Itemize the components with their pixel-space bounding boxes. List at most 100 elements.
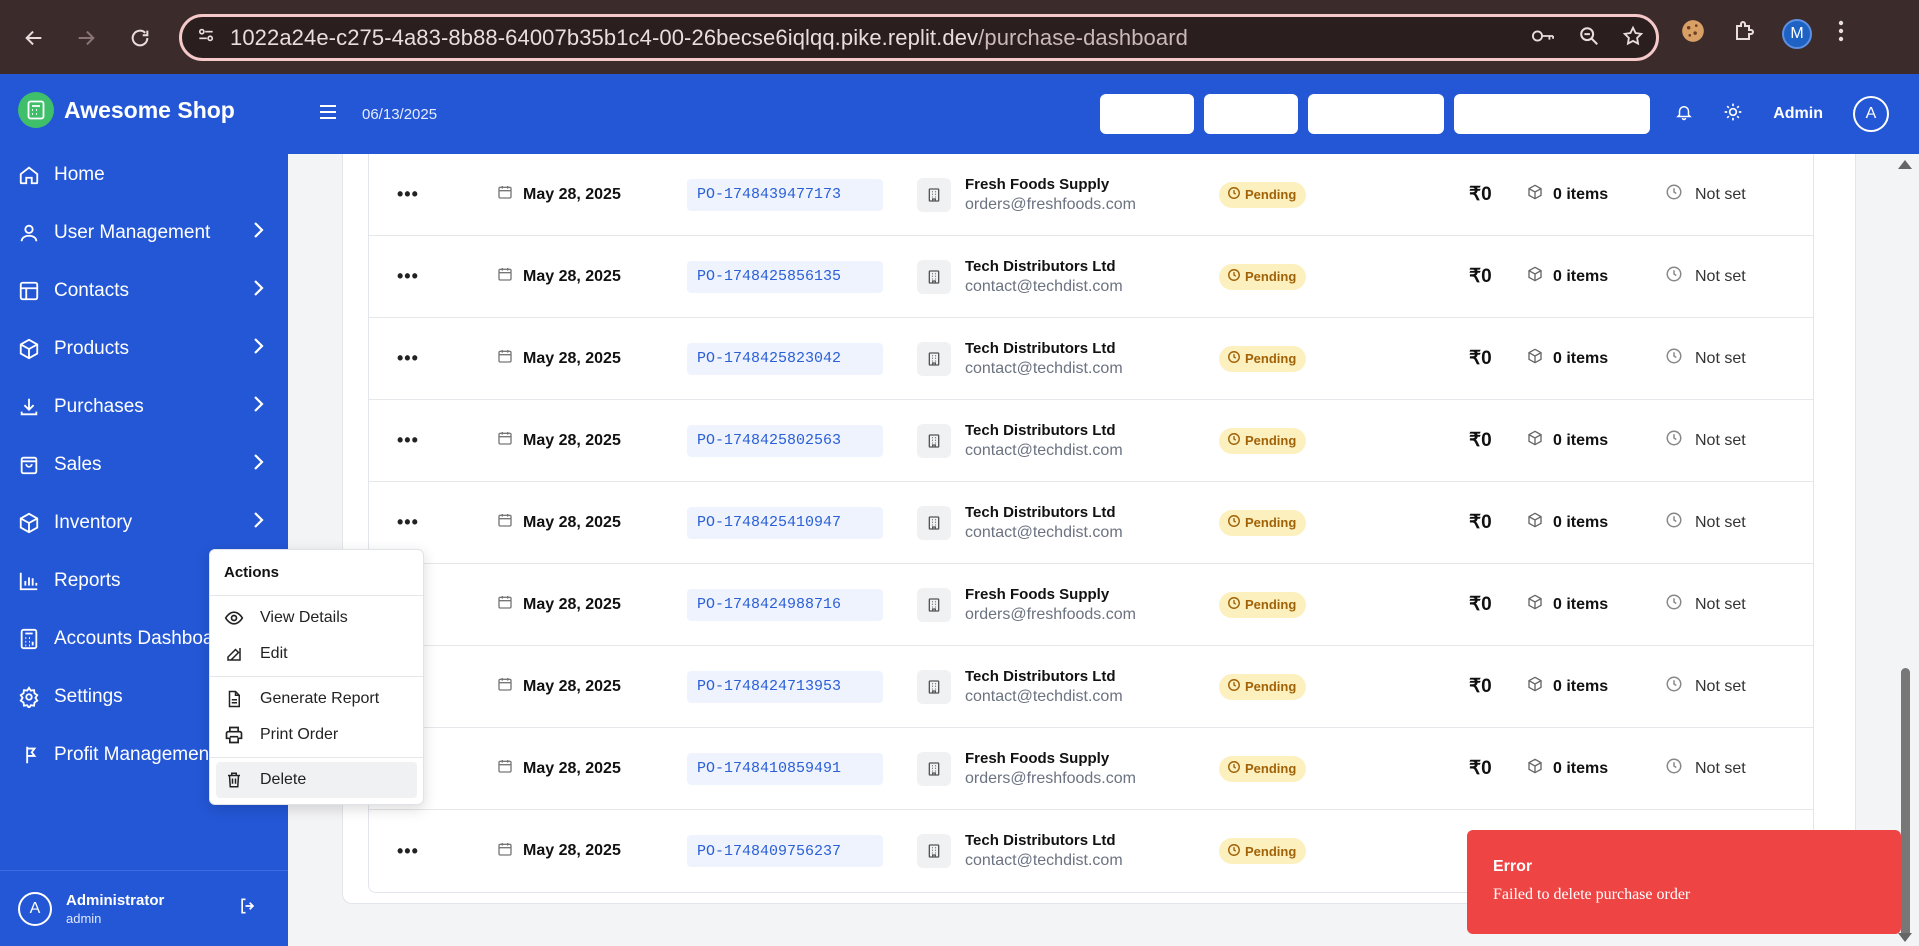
cookie-extension-icon[interactable] (1680, 18, 1706, 49)
status-text: Pending (1245, 187, 1297, 202)
delete-menu-item[interactable]: Delete (216, 762, 417, 798)
row-actions-button[interactable]: ••• (397, 266, 419, 287)
print-order-menu-item[interactable]: Print Order (216, 717, 417, 753)
bell-icon[interactable] (1675, 102, 1693, 127)
items-text: 0 items (1553, 759, 1609, 777)
sidebar-item-products[interactable]: Products (0, 320, 288, 378)
key-icon[interactable] (1530, 25, 1556, 52)
status-badge: Pending (1219, 591, 1307, 618)
sidebar-item-sales[interactable]: Sales (0, 436, 288, 494)
supplier: Tech Distributors Ltd contact@techdist.c… (917, 422, 1123, 460)
box-icon (1527, 430, 1543, 451)
row-actions-button[interactable]: ••• (397, 841, 419, 862)
supplier-email: contact@techdist.com (965, 441, 1123, 459)
sidebar-item-contacts[interactable]: Contacts (0, 262, 288, 320)
po-number[interactable]: PO-1748425410947 (687, 506, 883, 539)
hamburger-menu-icon[interactable] (318, 103, 338, 126)
po-number[interactable]: PO-1748425823042 (687, 342, 883, 375)
chevron-right-icon (252, 279, 266, 303)
table-row: ••• May 28, 2025 PO-1748425856135 Tech D… (369, 236, 1813, 318)
clock-icon (1227, 268, 1241, 285)
header-button-4[interactable] (1454, 94, 1650, 134)
items-text: 0 items (1553, 185, 1609, 203)
avatar[interactable]: A (18, 891, 52, 926)
zoom-icon[interactable] (1578, 25, 1600, 52)
order-amount: ₹0 (1469, 512, 1492, 533)
forward-button[interactable] (66, 18, 106, 58)
clock-icon (1665, 675, 1683, 698)
logout-icon[interactable] (238, 896, 258, 921)
table-row: ••• May 28, 2025 PO-1748425410947 Tech D… (369, 482, 1813, 564)
sidebar-item-label: Contacts (54, 280, 129, 301)
scroll-up-arrow[interactable] (1898, 160, 1912, 169)
header-button-2[interactable] (1204, 94, 1298, 134)
supplier: Fresh Foods Supply orders@freshfoods.com (917, 176, 1136, 214)
row-actions-button[interactable]: ••• (397, 430, 419, 451)
expected-text: Not set (1695, 513, 1746, 531)
back-button[interactable] (14, 18, 54, 58)
sidebar-item-purchases[interactable]: Purchases (0, 378, 288, 436)
scroll-down-arrow[interactable] (1898, 933, 1912, 942)
header-user-label[interactable]: Admin (1773, 105, 1823, 123)
table-row: ••• May 28, 2025 PO-1748425802563 Tech D… (369, 400, 1813, 482)
bookmark-star-icon[interactable] (1622, 25, 1644, 52)
sidebar-item-label: User Management (54, 222, 211, 243)
theme-sun-icon[interactable] (1723, 102, 1743, 127)
address-bar[interactable]: 1022a24e-c275-4a83-8b88-64007b35b1c4-00-… (179, 14, 1659, 61)
reload-button[interactable] (120, 18, 160, 58)
items-text: 0 items (1553, 267, 1609, 285)
brand[interactable]: Awesome Shop (0, 74, 288, 146)
calculator-logo-icon (18, 92, 54, 128)
expected-text: Not set (1695, 677, 1746, 695)
clock-icon (1227, 186, 1241, 203)
po-number[interactable]: PO-1748424713953 (687, 670, 883, 703)
page-scrollbar[interactable] (1892, 154, 1919, 946)
item-count: 0 items (1527, 266, 1608, 287)
actions-menu-title: Actions (224, 564, 280, 581)
po-number[interactable]: PO-1748439477173 (687, 178, 883, 211)
sidebar-item-inventory[interactable]: Inventory (0, 494, 288, 552)
sidebar-item-home[interactable]: Home (0, 146, 288, 204)
divider (210, 757, 423, 758)
view-details-menu-item[interactable]: View Details (216, 600, 417, 636)
calendar-icon (497, 266, 513, 287)
box-icon (1527, 594, 1543, 615)
menu-item-label: Edit (260, 645, 288, 662)
contacts-icon (18, 280, 40, 302)
status-text: Pending (1245, 351, 1297, 366)
scroll-thumb[interactable] (1901, 668, 1910, 938)
sidebar-user-footer: A Administrator admin (0, 870, 288, 946)
header-button-1[interactable] (1100, 94, 1194, 134)
box-icon (1527, 758, 1543, 779)
expected-date: Not set (1665, 429, 1746, 452)
sidebar-item-label: Purchases (54, 396, 144, 417)
clock-icon (1227, 678, 1241, 695)
header-button-3[interactable] (1308, 94, 1444, 134)
sidebar-item-user-management[interactable]: User Management (0, 204, 288, 262)
items-text: 0 items (1553, 431, 1609, 449)
edit-menu-item[interactable]: Edit (216, 636, 417, 672)
supplier: Tech Distributors Ltd contact@techdist.c… (917, 832, 1123, 870)
supplier: Tech Distributors Ltd contact@techdist.c… (917, 258, 1123, 296)
purchase-orders-table: ••• May 28, 2025 PO-1748439477173 Fresh … (368, 154, 1814, 893)
generate-report-menu-item[interactable]: Generate Report (216, 681, 417, 717)
row-actions-button[interactable]: ••• (397, 512, 419, 533)
browser-menu-icon[interactable] (1838, 20, 1844, 47)
browser-profile-avatar[interactable]: M (1782, 18, 1812, 49)
po-number[interactable]: PO-1748410859491 (687, 752, 883, 785)
extensions-puzzle-icon[interactable] (1732, 19, 1756, 48)
site-info-icon[interactable] (196, 25, 216, 50)
po-number[interactable]: PO-1748425856135 (687, 260, 883, 293)
header-avatar[interactable]: A (1853, 96, 1889, 132)
row-actions-button[interactable]: ••• (397, 184, 419, 205)
eye-icon (224, 608, 244, 628)
po-number[interactable]: PO-1748425802563 (687, 424, 883, 457)
order-date: May 28, 2025 (497, 841, 621, 862)
po-number[interactable]: PO-1748424988716 (687, 588, 883, 621)
status-text: Pending (1245, 679, 1297, 694)
error-toast[interactable]: Error Failed to delete purchase order (1467, 830, 1901, 934)
po-number[interactable]: PO-1748409756237 (687, 835, 883, 867)
row-actions-button[interactable]: ••• (397, 348, 419, 369)
supplier-name: Tech Distributors Ltd (965, 667, 1116, 685)
toast-message: Failed to delete purchase order (1493, 886, 1691, 903)
